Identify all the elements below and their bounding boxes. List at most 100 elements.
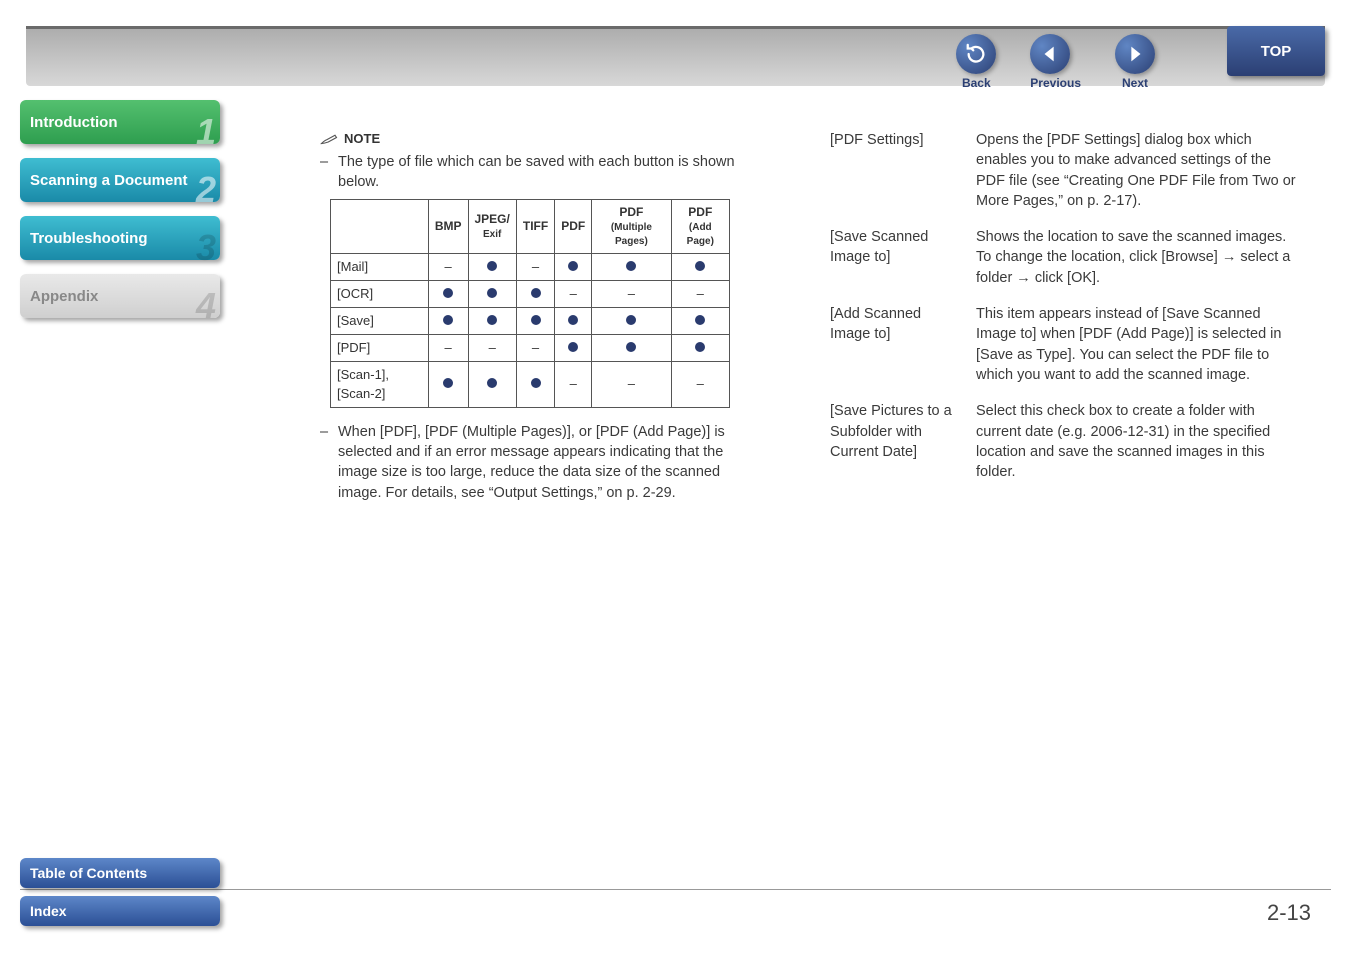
dot-icon (626, 261, 636, 271)
dot-icon (443, 378, 453, 388)
note-heading-row: NOTE (320, 130, 750, 148)
row-header: [OCR] (331, 280, 429, 307)
back-icon (956, 34, 996, 74)
definition-term: [Save Pictures to a Subfolder with Curre… (830, 401, 960, 482)
dot-icon (695, 342, 705, 352)
sidebar-item-appendix[interactable]: Appendix 4 (20, 274, 220, 318)
definition-description: This item appears instead of [Save Scann… (976, 304, 1300, 385)
table-cell: – (516, 335, 554, 362)
toc-label: Table of Contents (30, 865, 147, 881)
table-cell (516, 280, 554, 307)
sidebar-item-introduction[interactable]: Introduction 1 (20, 100, 220, 144)
dot-icon (531, 288, 541, 298)
table-cell: – (428, 253, 468, 280)
dash: – (320, 152, 330, 193)
table-cell (671, 253, 729, 280)
table-cell: – (555, 280, 592, 307)
back-label: Back (956, 76, 996, 90)
table-cell (468, 362, 516, 407)
sidebar-item-scanning[interactable]: Scanning a Document 2 (20, 158, 220, 202)
definition-row: [Save Pictures to a Subfolder with Curre… (830, 401, 1300, 482)
table-cell (428, 362, 468, 407)
back-button[interactable]: Back (956, 34, 996, 90)
table-cell (468, 253, 516, 280)
table-corner (331, 199, 429, 253)
table-cell: – (592, 280, 671, 307)
table-cell (468, 307, 516, 334)
dot-icon (487, 288, 497, 298)
table-row: [PDF]––– (331, 335, 730, 362)
table-cell: – (468, 335, 516, 362)
next-icon (1115, 34, 1155, 74)
dot-icon (626, 342, 636, 352)
table-cell (592, 335, 671, 362)
table-cell: – (671, 280, 729, 307)
table-cell (671, 335, 729, 362)
header-bar: Back Previous Next TOP (26, 26, 1325, 86)
table-cell (468, 280, 516, 307)
previous-button[interactable]: Previous (1030, 34, 1081, 90)
note-bullet-2: – When [PDF], [PDF (Multiple Pages)], or… (320, 422, 750, 503)
table-row: [OCR]––– (331, 280, 730, 307)
note-bullet-1: – The type of file which can be saved wi… (320, 152, 750, 193)
definition-description: Shows the location to save the scanned i… (976, 227, 1300, 288)
row-header: [Scan-1], [Scan-2] (331, 362, 429, 407)
th-pdf-add: PDF(Add Page) (671, 199, 729, 253)
definition-row: [Add Scanned Image to]This item appears … (830, 304, 1300, 385)
sidebar-item-label: Scanning a Document (30, 172, 188, 189)
index-button[interactable]: Index (20, 896, 220, 926)
definition-row: [Save Scanned Image to] Shows the locatio… (830, 227, 1300, 288)
th-jpeg: JPEG/Exif (468, 199, 516, 253)
definition-description: Select this check box to create a folder… (976, 401, 1300, 482)
definition-term: [PDF Settings] (830, 130, 960, 211)
page-number: 2-13 (1267, 900, 1311, 926)
th-pdf-multi: PDF(Multiple Pages) (592, 199, 671, 253)
dot-icon (531, 378, 541, 388)
sidebar-item-number: 3 (196, 230, 216, 266)
definition-term: [Save Scanned Image to] (830, 227, 960, 288)
sidebar: Introduction 1 Scanning a Document 2 Tro… (20, 100, 220, 332)
table-cell: – (428, 335, 468, 362)
definition-description: Opens the [PDF Settings] dialog box whic… (976, 130, 1300, 211)
row-header: [PDF] (331, 335, 429, 362)
table-cell (428, 307, 468, 334)
dot-icon (568, 342, 578, 352)
dot-icon (443, 315, 453, 325)
row-header: [Save] (331, 307, 429, 334)
sidebar-item-number: 1 (196, 114, 216, 150)
sidebar-item-label: Troubleshooting (30, 230, 148, 247)
note-bullet-1-text: The type of file which can be saved with… (338, 152, 750, 193)
definition-row: [PDF Settings]Opens the [PDF Settings] d… (830, 130, 1300, 211)
th-tiff: TIFF (516, 199, 554, 253)
note-bullet-2-text: When [PDF], [PDF (Multiple Pages)], or [… (338, 422, 750, 503)
dot-icon (443, 288, 453, 298)
dash: – (320, 422, 330, 503)
th-bmp: BMP (428, 199, 468, 253)
sidebar-item-label: Introduction (30, 114, 117, 131)
table-cell (592, 253, 671, 280)
sidebar-item-number: 2 (196, 172, 216, 208)
next-label: Next (1115, 76, 1155, 90)
index-label: Index (30, 903, 67, 919)
definition-list: [PDF Settings]Opens the [PDF Settings] d… (830, 130, 1300, 498)
table-cell (592, 307, 671, 334)
table-cell: – (555, 362, 592, 407)
sidebar-item-troubleshooting[interactable]: Troubleshooting 3 (20, 216, 220, 260)
nav-button-group: Back Previous Next (956, 34, 1155, 90)
table-cell: – (592, 362, 671, 407)
table-cell: – (516, 253, 554, 280)
table-row: [Scan-1], [Scan-2]––– (331, 362, 730, 407)
toc-button[interactable]: Table of Contents (20, 858, 220, 888)
table-cell: – (671, 362, 729, 407)
top-button[interactable]: TOP (1227, 26, 1325, 76)
next-button[interactable]: Next (1115, 34, 1155, 90)
dot-icon (487, 261, 497, 271)
note-heading: NOTE (344, 130, 380, 148)
dot-icon (531, 315, 541, 325)
file-type-table: BMP JPEG/Exif TIFF PDF PDF(Multiple Page… (330, 199, 730, 408)
row-header: [Mail] (331, 253, 429, 280)
dot-icon (626, 315, 636, 325)
pencil-icon (320, 132, 338, 146)
dot-icon (487, 315, 497, 325)
previous-label: Previous (1030, 76, 1081, 90)
